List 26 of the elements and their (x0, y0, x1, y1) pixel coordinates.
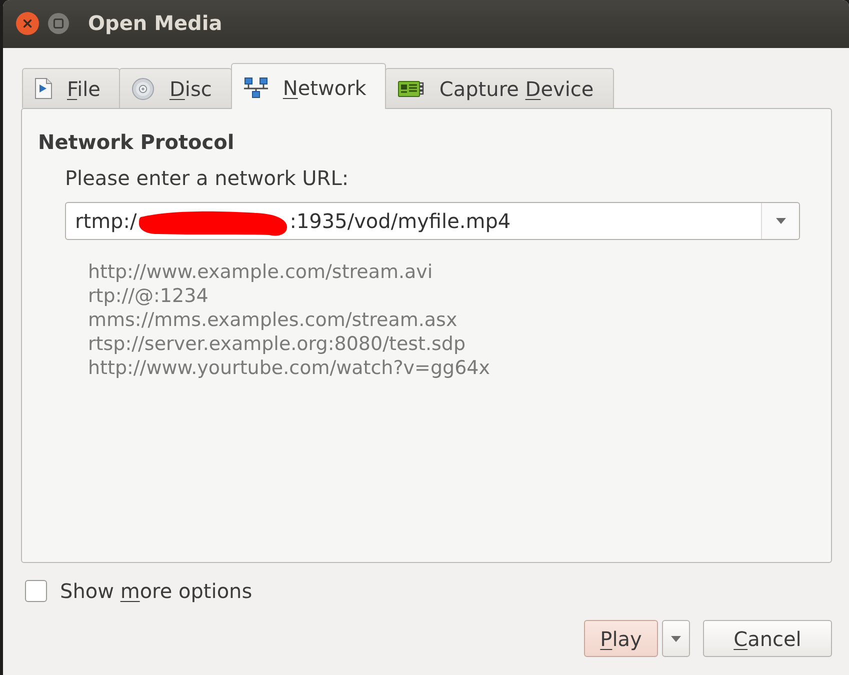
menu-button[interactable] (662, 620, 690, 657)
example-url: http://www.example.com/stream.avi (88, 260, 433, 284)
close-icon[interactable] (16, 12, 39, 34)
capture-card-icon (398, 78, 424, 98)
document-play-icon (35, 78, 52, 99)
tab[interactable]: File (22, 68, 120, 108)
maximize-icon[interactable] (48, 12, 69, 34)
tab[interactable]: Capture Device (385, 68, 614, 108)
play-button[interactable]: Play (584, 620, 658, 657)
network-icon (244, 76, 268, 98)
example-url: rtp://@:1234 (88, 284, 208, 308)
caret-icon (671, 636, 681, 642)
section-heading: Network Protocol (38, 130, 234, 154)
url-prompt: Please enter a network URL: (65, 166, 349, 190)
example-url: rtsp://server.example.org:8080/test.sdp (88, 332, 466, 356)
disc-icon (132, 78, 154, 100)
example-url: mms://mms.examples.com/stream.asx (88, 308, 458, 332)
dropdown-button[interactable] (761, 203, 799, 239)
example-url: http://www.yourtube.com/watch?v=gg64x (88, 356, 490, 380)
cancel-button[interactable]: Cancel (703, 620, 832, 657)
window-title: Open Media (88, 11, 222, 35)
caret-icon (776, 218, 786, 224)
tab[interactable]: Disc (119, 68, 232, 108)
tab[interactable]: Network (230, 63, 386, 109)
checkbox-label[interactable]: Show more options (60, 579, 252, 603)
checkbox[interactable] (25, 580, 47, 602)
